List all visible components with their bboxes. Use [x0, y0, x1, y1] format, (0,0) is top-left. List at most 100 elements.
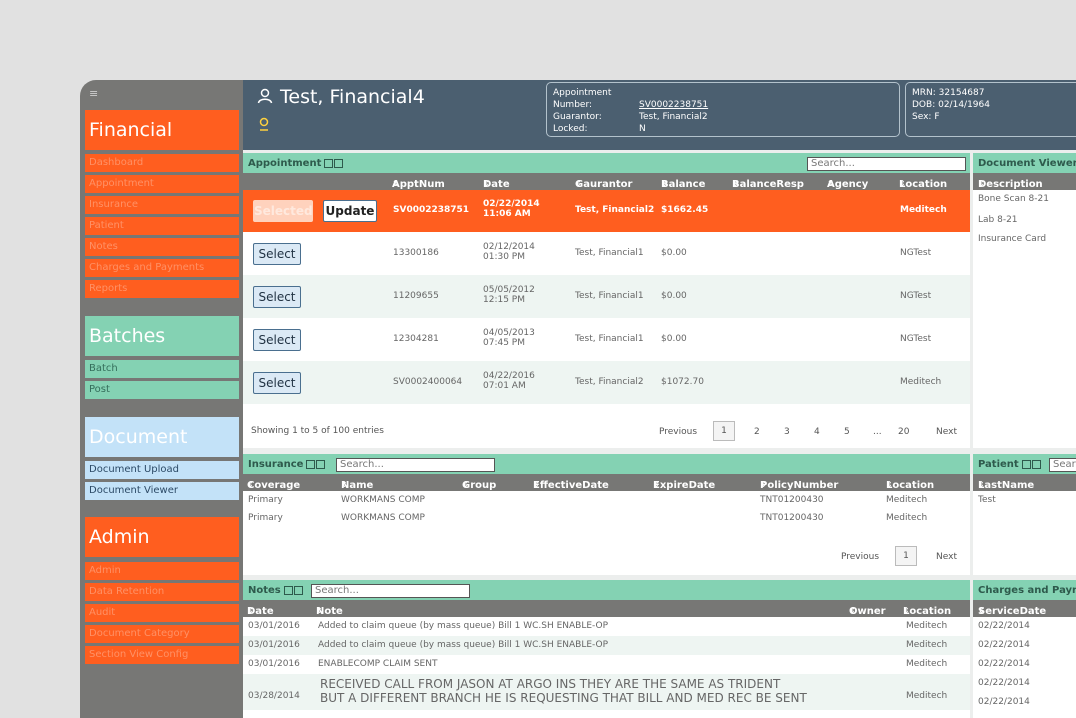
patient-title: Patient — [978, 458, 1019, 470]
dob-label: DOB: — [912, 100, 936, 110]
columns-icon[interactable] — [293, 585, 303, 595]
table-row[interactable]: 02/22/2014 — [973, 693, 1076, 712]
appointment-number-link[interactable]: SV0002238751 — [639, 100, 708, 110]
previous-page-button[interactable]: Previous — [659, 427, 697, 437]
select-button[interactable]: Select — [253, 329, 301, 351]
insurance-search-input[interactable]: Search... — [336, 458, 495, 472]
columns-icon[interactable] — [1021, 459, 1031, 469]
dob-value: 02/14/1964 — [938, 100, 990, 110]
sidebar-item-appointment[interactable]: Appointment — [85, 175, 239, 193]
showing-entries: Showing 1 to 5 of 100 entries — [251, 426, 384, 436]
sidebar-item-reports[interactable]: Reports — [85, 280, 239, 298]
table-row[interactable]: Primary WORKMANS COMP TNT01200430 Medite… — [243, 510, 970, 529]
page-20-button[interactable]: 20 — [898, 427, 909, 437]
appointment-number-label: Appointment Number: — [553, 88, 612, 110]
appointment-title: Appointment — [248, 157, 322, 169]
list-item[interactable]: Insurance Card — [973, 232, 1076, 253]
main-content: Test, Financial4 Appointment Number: SV00… — [243, 80, 1076, 718]
document-viewer-title: Document Viewer — [973, 153, 1076, 173]
pagination-ellipsis: ... — [873, 427, 882, 437]
patient-header: Test, Financial4 Appointment Number: SV00… — [243, 80, 1076, 150]
document-viewer-panel: Document Viewer ⇕ Description Bone Scan 8… — [973, 153, 1076, 448]
sidebar: ≡ Financial Dashboard Appointment Insura… — [80, 80, 243, 718]
sex-label: Sex: — [912, 112, 932, 122]
sidebar-item-section-view-config[interactable]: Section View Config — [85, 646, 239, 664]
page-4-button[interactable]: 4 — [814, 427, 820, 437]
table-row[interactable]: 02/22/2014 — [973, 655, 1076, 674]
sidebar-item-batch[interactable]: Batch — [85, 360, 239, 378]
select-button[interactable]: Select — [253, 243, 301, 265]
sidebar-item-dashboard[interactable]: Dashboard — [85, 154, 239, 172]
table-row[interactable]: 02/22/2014 — [973, 636, 1076, 655]
next-page-button[interactable]: Next — [936, 552, 957, 562]
list-item[interactable]: Lab 8-21 — [973, 211, 1076, 232]
patient-name: Test, Financial4 — [280, 86, 425, 108]
insurance-panel: Insurance Search... ⇕ Coverage ⇕ Name ⇕ Gro… — [243, 454, 970, 575]
update-button[interactable]: Update — [323, 200, 377, 222]
sidebar-item-post[interactable]: Post — [85, 381, 239, 399]
table-row[interactable]: 03/28/2014 RECEIVED CALL FROM JASON AT A… — [243, 674, 970, 710]
page-3-button[interactable]: 3 — [784, 427, 790, 437]
notes-title: Notes — [248, 584, 281, 596]
table-row[interactable]: 02/22/2014 — [973, 617, 1076, 636]
previous-page-button[interactable]: Previous — [841, 552, 879, 562]
sidebar-item-patient[interactable]: Patient — [85, 217, 239, 235]
guarantor-label: Guarantor: — [553, 112, 602, 122]
columns-icon[interactable] — [334, 158, 344, 168]
appointment-search-input[interactable]: Search... — [807, 157, 966, 171]
select-button[interactable]: Select — [253, 286, 301, 308]
columns-icon[interactable] — [306, 459, 316, 469]
mrn-value: 32154687 — [938, 88, 985, 98]
page-1-button[interactable]: 1 — [895, 546, 917, 566]
next-page-button[interactable]: Next — [936, 427, 957, 437]
columns-icon[interactable] — [283, 585, 293, 595]
columns-icon[interactable] — [1031, 459, 1041, 469]
table-row[interactable]: Test — [973, 491, 1076, 510]
charges-panel-title: Charges and Payn — [973, 580, 1076, 600]
table-row[interactable]: Select 13300186 02/12/2014 01:30 PM Test… — [243, 232, 970, 275]
columns-icon[interactable] — [316, 459, 326, 469]
table-row[interactable]: Select SV0002400064 04/22/2016 07:01 AM … — [243, 361, 970, 404]
list-item[interactable]: Bone Scan 8-21 — [973, 190, 1076, 211]
sidebar-item-admin[interactable]: Admin — [85, 562, 239, 580]
columns-icon[interactable] — [324, 158, 334, 168]
patient-info-box: MRN: 32154687 DOB: 02/14/1964 Sex: F — [905, 82, 1076, 137]
insurance-title: Insurance — [248, 458, 304, 470]
table-row[interactable]: Primary WORKMANS COMP TNT01200430 Medite… — [243, 491, 970, 510]
locked-label: Locked: — [553, 124, 588, 134]
section-financial: Financial — [85, 110, 239, 150]
section-document: Document — [85, 417, 239, 457]
sex-value: F — [934, 112, 940, 122]
page-2-button[interactable]: 2 — [754, 427, 760, 437]
sidebar-item-document-viewer[interactable]: Document Viewer — [85, 482, 239, 500]
table-row[interactable]: 03/01/2016 Added to claim queue (by mass… — [243, 617, 970, 636]
app-window: ≡ Financial Dashboard Appointment Insura… — [80, 80, 1076, 718]
sidebar-item-audit[interactable]: Audit — [85, 604, 239, 622]
mrn-label: MRN: — [912, 88, 936, 98]
notes-search-input[interactable]: Search... — [311, 584, 470, 598]
select-button[interactable]: Select — [253, 372, 301, 394]
appointment-table-header: ⇕ ApptNum ⇕ Date ⇕ Gaurantor ⇕ Balance ⇕ Bala… — [243, 173, 970, 190]
sidebar-item-insurance[interactable]: Insurance — [85, 196, 239, 214]
page-5-button[interactable]: 5 — [844, 427, 850, 437]
sidebar-item-document-upload[interactable]: Document Upload — [85, 461, 239, 479]
sidebar-item-document-category[interactable]: Document Category — [85, 625, 239, 643]
table-row[interactable]: Select 12304281 04/05/2013 07:45 PM Test… — [243, 318, 970, 361]
sidebar-item-notes[interactable]: Notes — [85, 238, 239, 256]
table-row[interactable]: Select 11209655 05/05/2012 12:15 PM Test… — [243, 275, 970, 318]
patient-panel: Patient Sear ⇕ LastName Test — [973, 454, 1076, 575]
table-row[interactable]: 03/01/2016 ENABLECOMP CLAIM SENT Meditec… — [243, 655, 970, 674]
guarantor-value: Test, Financial2 — [639, 112, 708, 122]
table-row[interactable]: 02/22/2014 — [973, 674, 1076, 693]
notes-panel: Notes Search... ⇕ Date ⇕ Note ⇕ Owner ⇕ Loca… — [243, 580, 970, 718]
locked-value: N — [639, 124, 646, 134]
table-row[interactable]: Selected Update SV0002238751 02/22/2014 … — [243, 190, 970, 232]
sidebar-item-charges-and-payments[interactable]: Charges and Payments — [85, 259, 239, 277]
table-row[interactable]: 03/01/2016 Added to claim queue (by mass… — [243, 636, 970, 655]
location-pin-icon[interactable] — [258, 117, 270, 135]
appointment-info-box: Appointment Number: SV0002238751 Guaranto… — [546, 82, 900, 137]
sidebar-item-data-retention[interactable]: Data Retention — [85, 583, 239, 601]
page-1-button[interactable]: 1 — [713, 421, 735, 441]
patient-search-input[interactable]: Sear — [1049, 458, 1076, 472]
menu-icon[interactable]: ≡ — [89, 88, 98, 99]
